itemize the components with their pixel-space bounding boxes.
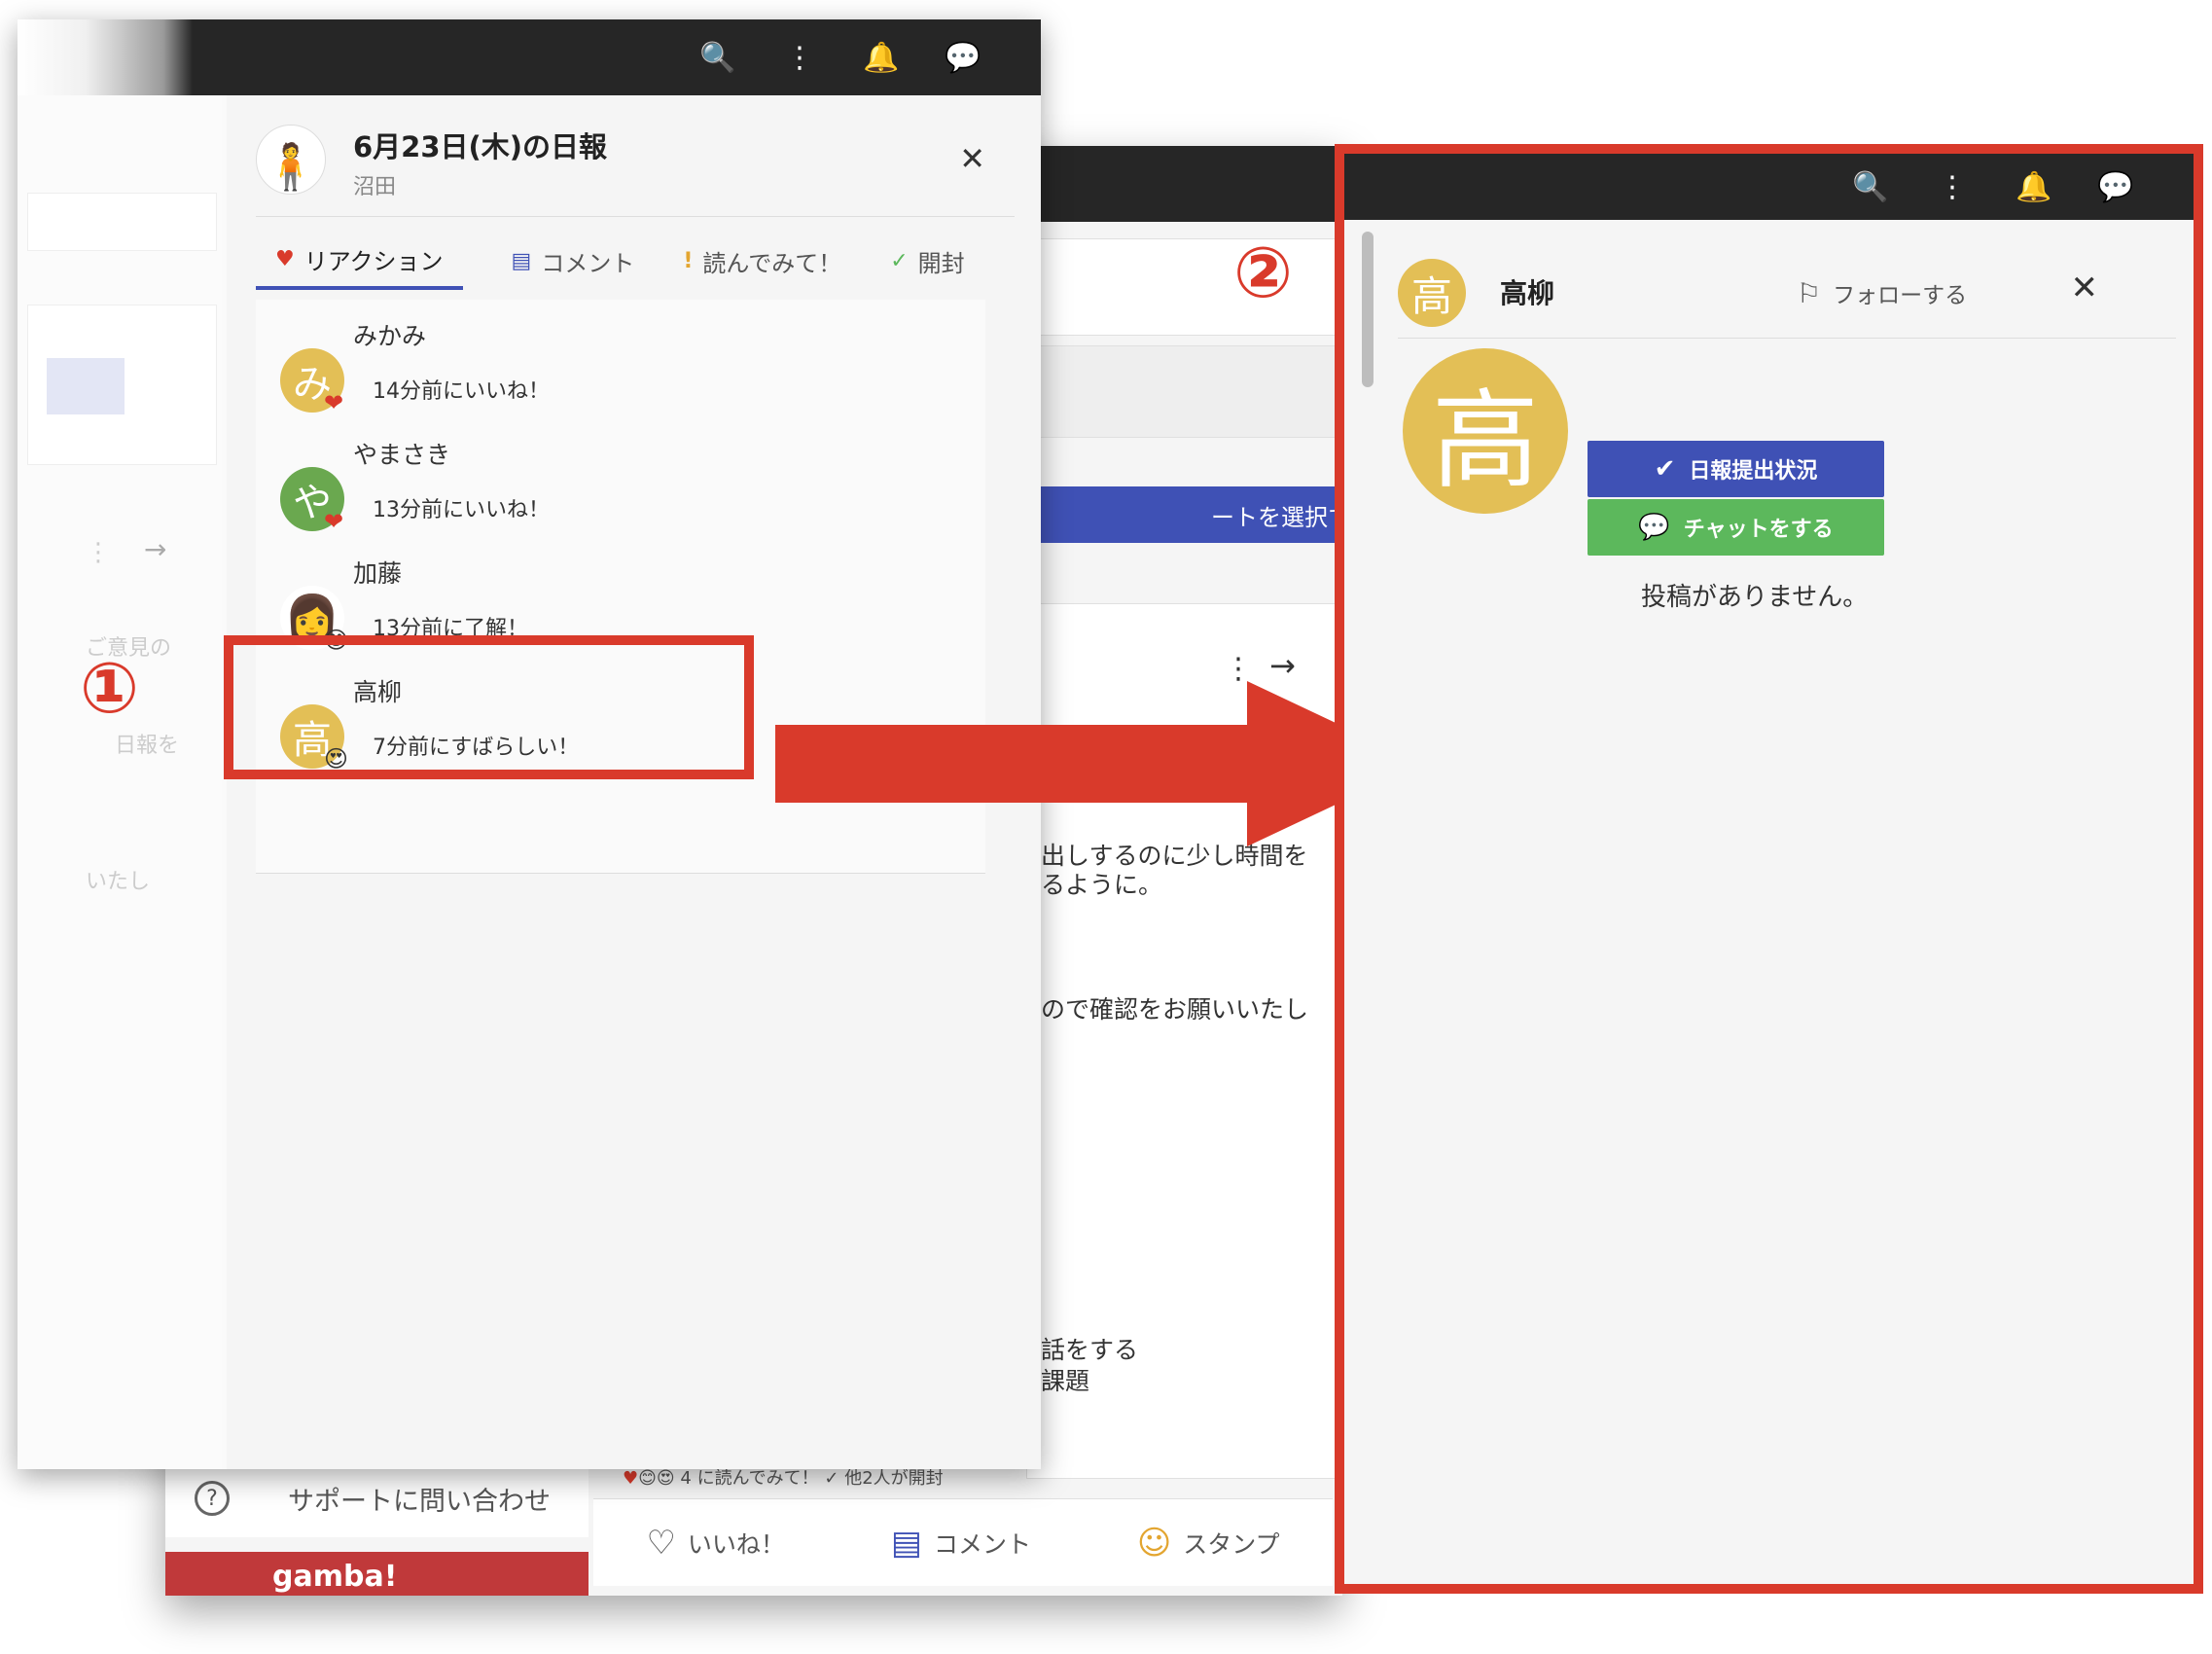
more-icon[interactable]: ⋮ bbox=[1933, 167, 1972, 206]
bell-icon[interactable]: 🔔 bbox=[862, 38, 901, 77]
callout-step2: ② bbox=[1233, 232, 1293, 313]
bg-card bbox=[1031, 345, 1342, 438]
bg-post-actions: ♡ いいね！ ▤ コメント ☺ スタンプ bbox=[593, 1498, 1333, 1586]
side-button bbox=[47, 358, 125, 414]
report-header: 🧍 6月23日(木)の日報 沼田 ✕ bbox=[256, 115, 1015, 217]
check-icon: ✓ bbox=[890, 248, 909, 273]
left-sidebar: ⋮ → ご意見の 日報を いたし bbox=[18, 95, 222, 1469]
search-icon[interactable]: 🔍 bbox=[1851, 167, 1890, 206]
report-author: 沼田 bbox=[353, 175, 397, 199]
tab-read-please[interactable]: ! 読んでみて！ bbox=[683, 232, 841, 290]
exclamation-icon: ! bbox=[683, 248, 694, 273]
tab-reaction[interactable]: ♥ リアクション bbox=[256, 232, 463, 290]
comment-button[interactable]: ▤ コメント bbox=[891, 1524, 1031, 1563]
chat-icon[interactable]: 💬 bbox=[2096, 167, 2135, 206]
flag-icon: ⚐ bbox=[1797, 276, 1822, 309]
profile-header: 高 高柳 ⚐ フォローする ✕ bbox=[1398, 251, 2176, 339]
side-more-icon: ⋮ bbox=[86, 538, 111, 567]
bell-icon[interactable]: 🔔 bbox=[2015, 167, 2053, 206]
side-arrow-icon: → bbox=[144, 533, 167, 565]
arrow-right-icon bbox=[775, 681, 1422, 846]
reaction-item[interactable]: や ❤ やまさき 13分前にいいね！ bbox=[256, 428, 985, 547]
help-icon: ? bbox=[195, 1481, 230, 1516]
more-icon[interactable]: ⋮ bbox=[780, 38, 819, 77]
left-topbar: 🔍 ⋮ 🔔 💬 bbox=[18, 19, 1041, 95]
reaction-user-name: やまさき bbox=[353, 441, 451, 469]
reaction-message: 14分前にいいね！ bbox=[373, 379, 550, 404]
reaction-user-name: 加藤 bbox=[353, 559, 403, 588]
comment-icon: ▤ bbox=[511, 248, 532, 273]
bg-select-label: ートを選択する) bbox=[1211, 503, 1342, 531]
chat-button[interactable]: 💬 チャットをする bbox=[1588, 499, 1884, 556]
bg-select-button[interactable]: ートを選択する) bbox=[1036, 486, 1342, 543]
avatar: 高 bbox=[1398, 259, 1466, 327]
reaction-tabs: ♥ リアクション ▤ コメント ! 読んでみて！ ✓ 開封 bbox=[256, 232, 1015, 290]
side-faded-text: いたし bbox=[86, 870, 151, 894]
comment-icon: ▤ bbox=[890, 1523, 922, 1563]
profile-avatar-large: 高 bbox=[1403, 348, 1568, 514]
profile-name: 高柳 bbox=[1500, 277, 1555, 309]
bg-text-line: 話をする bbox=[1041, 1336, 1139, 1364]
close-icon[interactable]: ✕ bbox=[2071, 269, 2099, 307]
brand-bar: gamba! bbox=[165, 1552, 589, 1596]
tab-opened[interactable]: ✓ 開封 bbox=[890, 232, 964, 290]
support-link[interactable]: ? サポートに問い合わせ bbox=[165, 1459, 589, 1537]
reaction-message: 13分前にいいね！ bbox=[373, 498, 550, 522]
bg-text-line: ので確認をお願いいたし bbox=[1041, 995, 1309, 1024]
tab-comment[interactable]: ▤ コメント bbox=[512, 232, 635, 290]
close-icon[interactable]: ✕ bbox=[959, 140, 985, 177]
report-title: 6月23日(木)の日報 bbox=[353, 130, 608, 163]
bg-arrow-icon[interactable]: → bbox=[1269, 647, 1296, 684]
author-avatar: 🧍 bbox=[256, 125, 326, 195]
bg-text-line: るように。 bbox=[1041, 871, 1163, 899]
chat-icon: 💬 bbox=[1638, 513, 1670, 542]
empty-posts-message: 投稿がありません。 bbox=[1641, 583, 1869, 612]
chat-icon[interactable]: 💬 bbox=[944, 38, 982, 77]
side-faded-text: 日報を bbox=[115, 734, 180, 758]
report-status-button[interactable]: ✔ 日報提出状況 bbox=[1588, 441, 1884, 497]
profile-window: 🔍 ⋮ 🔔 💬 高 高柳 ⚐ フォローする ✕ 高 ✔ 日報提出状況 💬 チャットをす… bbox=[1335, 144, 2203, 1594]
scrollbar[interactable] bbox=[1362, 232, 1374, 387]
side-field bbox=[27, 193, 217, 251]
bg-text-line: 課題 bbox=[1041, 1367, 1090, 1395]
stamp-button[interactable]: ☺ スタンプ bbox=[1137, 1524, 1280, 1563]
right-topbar: 🔍 ⋮ 🔔 💬 bbox=[1344, 154, 2194, 220]
brand-logo: gamba! bbox=[272, 1559, 398, 1594]
smile-icon: ☺ bbox=[1136, 1523, 1172, 1563]
heart-badge-icon: ❤ bbox=[324, 389, 344, 416]
callout-step1: ① bbox=[80, 647, 139, 729]
heart-icon: ♥ bbox=[275, 246, 295, 271]
bg-card bbox=[1031, 238, 1342, 336]
follow-button[interactable]: ⚐ フォローする bbox=[1797, 276, 1967, 309]
heart-badge-icon: ❤ bbox=[324, 508, 344, 535]
like-button[interactable]: ♡ いいね！ bbox=[646, 1524, 785, 1563]
reaction-user-name: みかみ bbox=[353, 322, 427, 350]
checkbox-icon: ✔ bbox=[1654, 454, 1676, 484]
reaction-item[interactable]: み ❤ みかみ 14分前にいいね！ bbox=[256, 309, 985, 428]
search-icon[interactable]: 🔍 bbox=[698, 38, 737, 77]
highlight-box-step1 bbox=[224, 635, 754, 779]
heart-outline-icon: ♡ bbox=[646, 1523, 676, 1563]
